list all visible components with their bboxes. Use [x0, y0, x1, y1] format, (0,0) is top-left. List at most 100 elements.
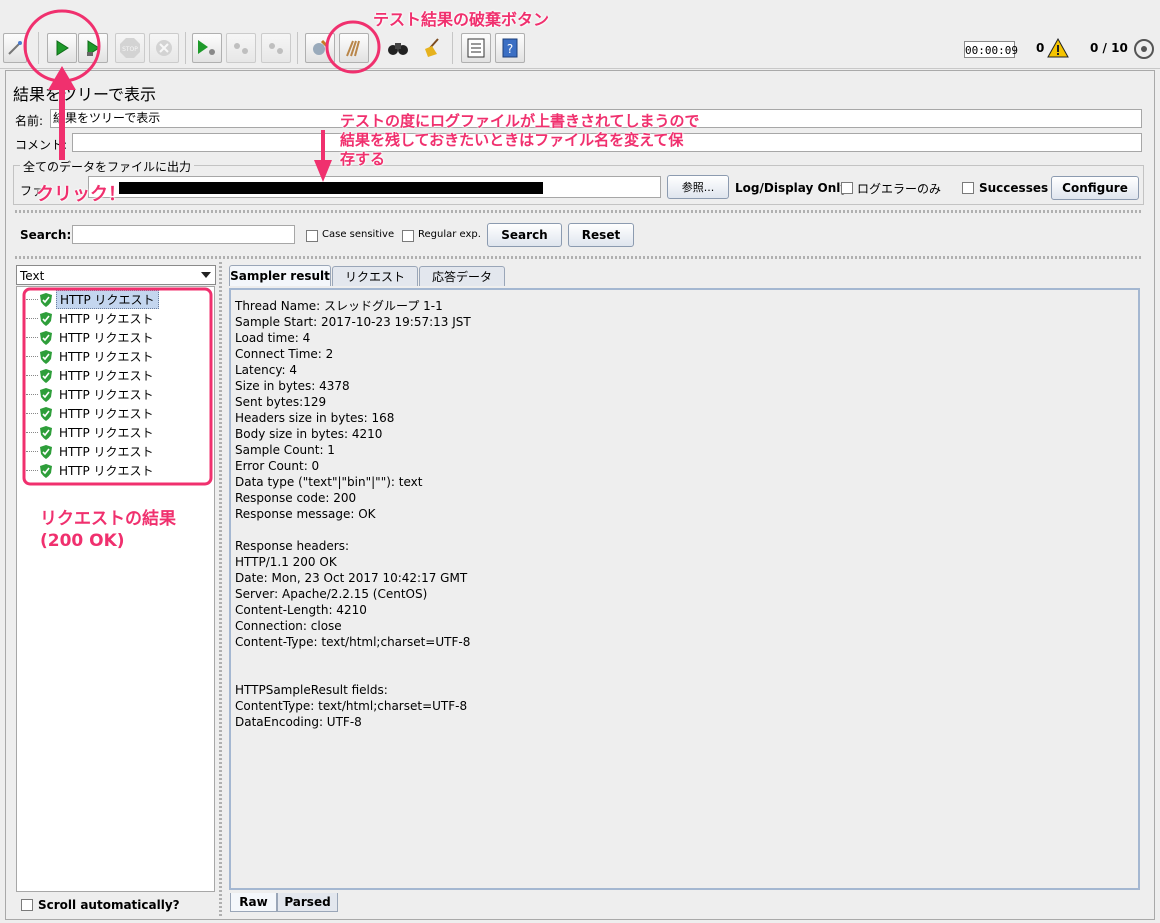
success-shield-icon: [40, 425, 52, 440]
successes-checkbox[interactable]: [962, 182, 974, 194]
annotation-file-note-line: 存する: [340, 150, 386, 168]
svg-text:?: ?: [507, 42, 513, 56]
tree-item[interactable]: HTTP リクエスト: [26, 442, 157, 461]
tree-item[interactable]: HTTP リクエスト: [26, 347, 157, 366]
annotation-file-note: テストの度にログファイルが上書きされてしまうので 結果を残しておきたいときはファ…: [340, 112, 700, 169]
case-sensitive-checkbox[interactable]: [306, 230, 318, 242]
tree-item-label: HTTP リクエスト: [59, 331, 154, 345]
warning-icon: [1047, 38, 1069, 58]
tree-item[interactable]: HTTP リクエスト: [26, 385, 157, 404]
renderer-select-value: Text: [20, 269, 45, 283]
help-icon: ?: [502, 38, 518, 58]
annotation-file-note-line: テストの度にログファイルが上書きされてしまうので: [340, 112, 700, 130]
configure-button[interactable]: Configure: [1051, 176, 1139, 200]
search-button[interactable]: [383, 33, 413, 63]
file-output-group-title: 全てのデータをファイルに出力: [20, 158, 195, 175]
search-label: Search:: [20, 228, 72, 242]
browse-button[interactable]: 参照...: [667, 175, 729, 199]
tree-connector: [26, 413, 38, 414]
clear-icon: [313, 39, 329, 55]
scroll-automatically-label: Scroll automatically?: [38, 898, 180, 912]
success-shield-icon: [40, 463, 52, 478]
sampler-result-text: Thread Name: スレッドグループ 1-1 Sample Start: …: [235, 299, 471, 729]
chevron-down-icon: [201, 272, 211, 278]
filename-field[interactable]: [88, 176, 661, 198]
start-no-pause-icon: [87, 40, 100, 56]
search-binoculars-icon: [388, 43, 408, 55]
annotation-file-note-line: 結果を残しておきたいときはファイル名を変えて保: [340, 131, 684, 149]
function-helper-button[interactable]: [461, 33, 491, 63]
redacted-filename: [119, 182, 543, 194]
stop-button[interactable]: STOP: [115, 33, 145, 63]
tab-parsed[interactable]: Parsed: [277, 893, 338, 912]
clear-all-button[interactable]: [339, 33, 369, 63]
search-input[interactable]: [72, 225, 295, 244]
start-icon: [56, 40, 69, 56]
case-sensitive-label: Case sensitive: [322, 229, 395, 240]
success-shield-icon: [40, 311, 52, 326]
clear-all-icon: [346, 40, 360, 57]
start-no-pause-button[interactable]: [78, 33, 108, 63]
scroll-automatically-checkbox[interactable]: [21, 899, 33, 911]
tree-item-label: HTTP リクエスト: [56, 290, 159, 309]
annotation-result-note-line: (200 OK): [40, 531, 125, 551]
log-display-label: Log/Display Only:: [735, 181, 853, 195]
start-button[interactable]: [47, 33, 77, 63]
toolbar-separator: [452, 32, 453, 64]
remote-stop-button[interactable]: [226, 33, 256, 63]
success-shield-icon: [40, 387, 52, 402]
tree-item[interactable]: HTTP リクエスト: [26, 309, 157, 328]
shutdown-button[interactable]: [149, 33, 179, 63]
errors-only-label: ログエラーのみ: [857, 182, 942, 196]
success-shield-icon: [40, 444, 52, 459]
clear-button[interactable]: [305, 33, 335, 63]
regular-exp-checkbox[interactable]: [402, 230, 414, 242]
tree-item[interactable]: HTTP リクエスト: [26, 366, 157, 385]
shutdown-icon: [156, 40, 172, 56]
tree-connector: [26, 375, 38, 376]
help-button[interactable]: ?: [495, 33, 525, 63]
annotation-clear-button-note: テスト結果の破棄ボタン: [373, 10, 550, 29]
tab-raw[interactable]: Raw: [230, 893, 277, 912]
remote-shutdown-icon: [269, 43, 283, 54]
reset-button[interactable]: Reset: [568, 223, 634, 247]
tree-item[interactable]: HTTP リクエスト: [26, 290, 159, 309]
wand-icon: [8, 41, 22, 55]
renderer-select[interactable]: Text: [16, 265, 216, 285]
tree-connector: [26, 318, 38, 319]
remote-start-button[interactable]: [192, 33, 222, 63]
annotation-result-note: リクエストの結果 (200 OK): [40, 508, 176, 552]
success-shield-icon: [40, 349, 52, 364]
svg-text:STOP: STOP: [122, 46, 138, 53]
success-shield-icon: [40, 292, 52, 307]
split-divider[interactable]: [15, 210, 1142, 213]
tree-item-label: HTTP リクエスト: [59, 369, 154, 383]
wand-button[interactable]: [3, 33, 27, 63]
reset-search-broom-icon: [425, 38, 439, 57]
reset-search-button[interactable]: [417, 33, 447, 63]
toolbar-separator: [185, 32, 186, 64]
error-count: 0: [1036, 41, 1045, 55]
tree-item-label: HTTP リクエスト: [59, 312, 154, 326]
tab-request[interactable]: リクエスト: [332, 266, 418, 286]
remote-status-icon: [1134, 39, 1154, 59]
remote-stop-icon: [234, 43, 248, 54]
tree-connector: [26, 337, 38, 338]
vertical-split-divider[interactable]: [219, 262, 222, 917]
tab-response-data[interactable]: 応答データ: [419, 266, 505, 286]
tab-sampler-result[interactable]: Sampler result: [229, 265, 331, 286]
panel-title: 結果をツリーで表示: [13, 85, 157, 104]
tree-item[interactable]: HTTP リクエスト: [26, 461, 157, 480]
tree-item[interactable]: HTTP リクエスト: [26, 328, 157, 347]
success-shield-icon: [40, 368, 52, 383]
tree-item[interactable]: HTTP リクエスト: [26, 423, 157, 442]
search-submit-button[interactable]: Search: [487, 223, 562, 247]
split-divider[interactable]: [15, 256, 1142, 259]
tree-item[interactable]: HTTP リクエスト: [26, 404, 157, 423]
toolbar-separator: [297, 32, 298, 64]
tree-connector: [26, 432, 38, 433]
remote-shutdown-button[interactable]: [261, 33, 291, 63]
errors-only-checkbox[interactable]: [841, 182, 853, 194]
stop-icon: STOP: [120, 38, 140, 58]
tree-connector: [26, 451, 38, 452]
